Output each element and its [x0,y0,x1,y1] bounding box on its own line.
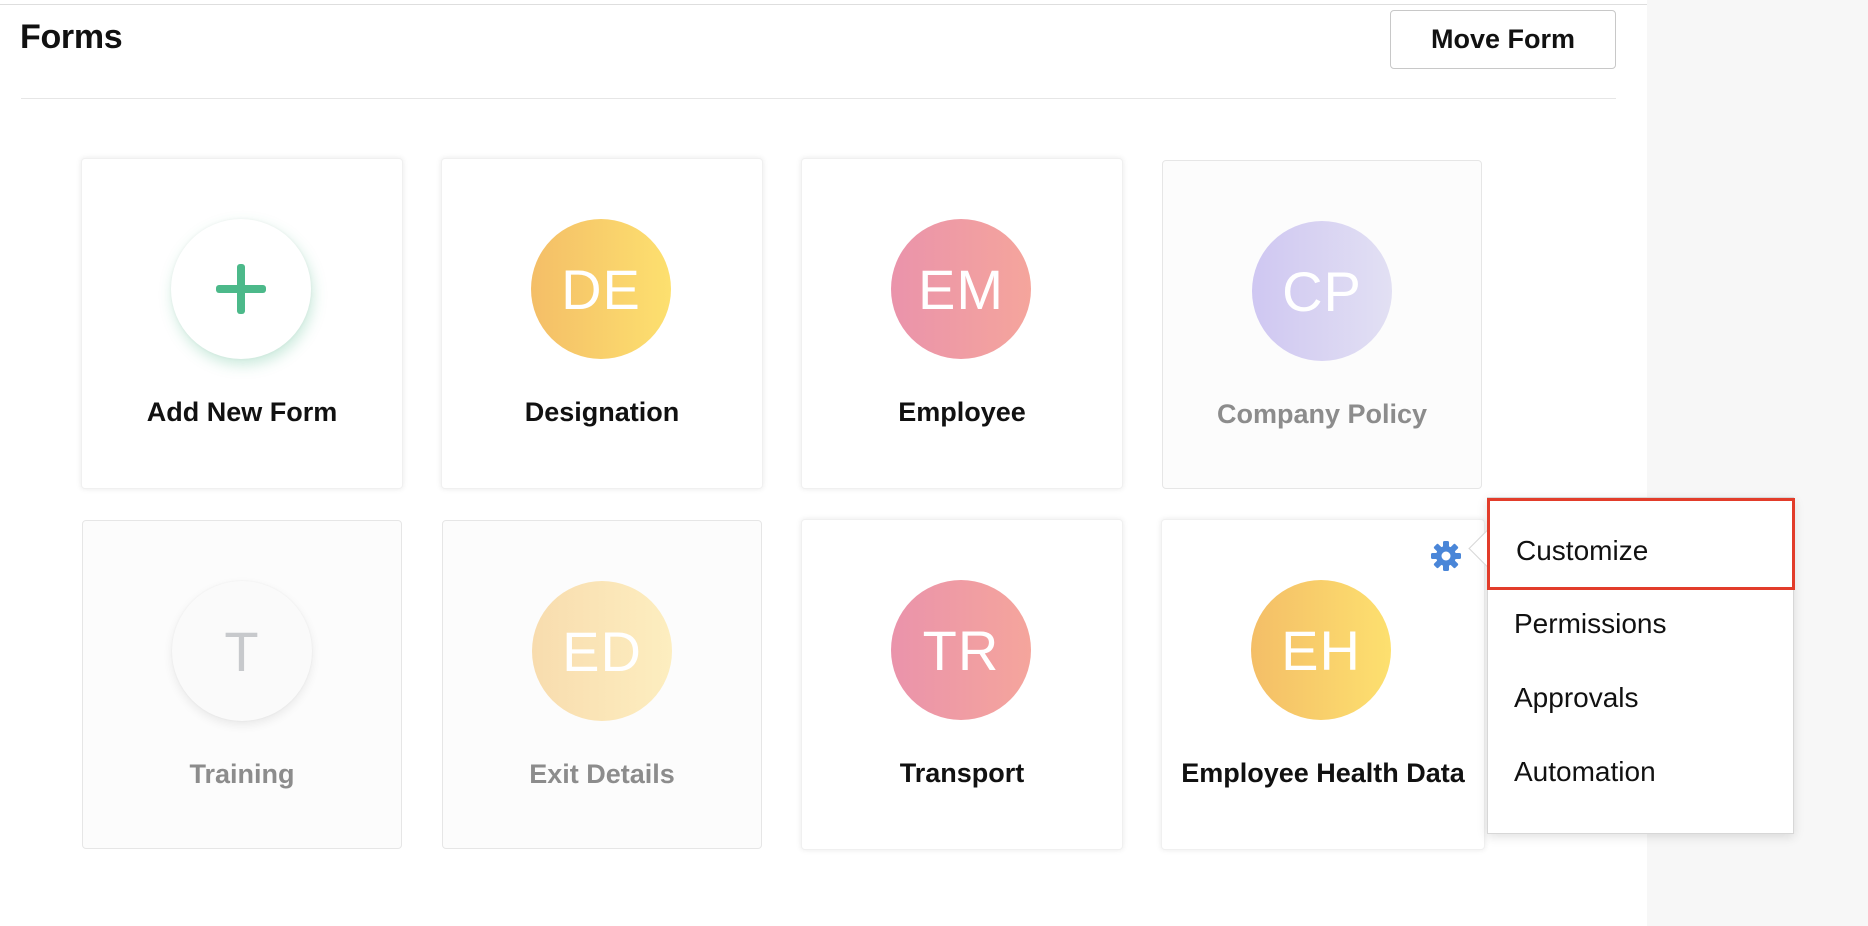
top-divider [0,4,1647,5]
header-divider [21,98,1616,99]
form-avatar: DE [531,219,671,359]
add-new-form-card[interactable]: Add New Form [81,158,403,489]
menu-item-permissions[interactable]: Permissions [1488,587,1793,661]
card-label: Employee Health Data [1181,758,1465,788]
form-card-training[interactable]: T Training [82,520,402,849]
card-label: Employee [898,397,1026,427]
card-label: Add New Form [146,397,338,427]
move-form-button[interactable]: Move Form [1390,10,1616,69]
card-label: Transport [899,758,1025,788]
form-avatar: T [172,581,312,721]
form-avatar: EH [1251,580,1391,720]
gear-icon[interactable] [1430,540,1462,572]
plus-icon [216,264,266,314]
form-card-exit-details[interactable]: ED Exit Details [442,520,762,849]
menu-item-approvals[interactable]: Approvals [1488,661,1793,735]
form-card-company-policy[interactable]: CP Company Policy [1162,160,1482,489]
page-title: Forms [20,18,123,56]
add-form-circle[interactable] [171,219,311,359]
form-card-designation[interactable]: DE Designation [441,158,763,489]
form-avatar: CP [1252,221,1392,361]
card-label: Training [189,759,295,789]
form-avatar: EM [891,219,1031,359]
menu-item-customize[interactable]: Customize [1487,498,1795,590]
card-label: Exit Details [529,759,675,789]
form-card-employee[interactable]: EM Employee [801,158,1123,489]
form-avatar: TR [891,580,1031,720]
card-label: Designation [524,397,680,427]
form-avatar: ED [532,581,672,721]
card-label: Company Policy [1216,399,1428,429]
form-card-transport[interactable]: TR Transport [801,519,1123,850]
menu-item-automation[interactable]: Automation [1488,735,1793,809]
form-settings-menu: Customize Permissions Approvals Automati… [1468,497,1795,834]
